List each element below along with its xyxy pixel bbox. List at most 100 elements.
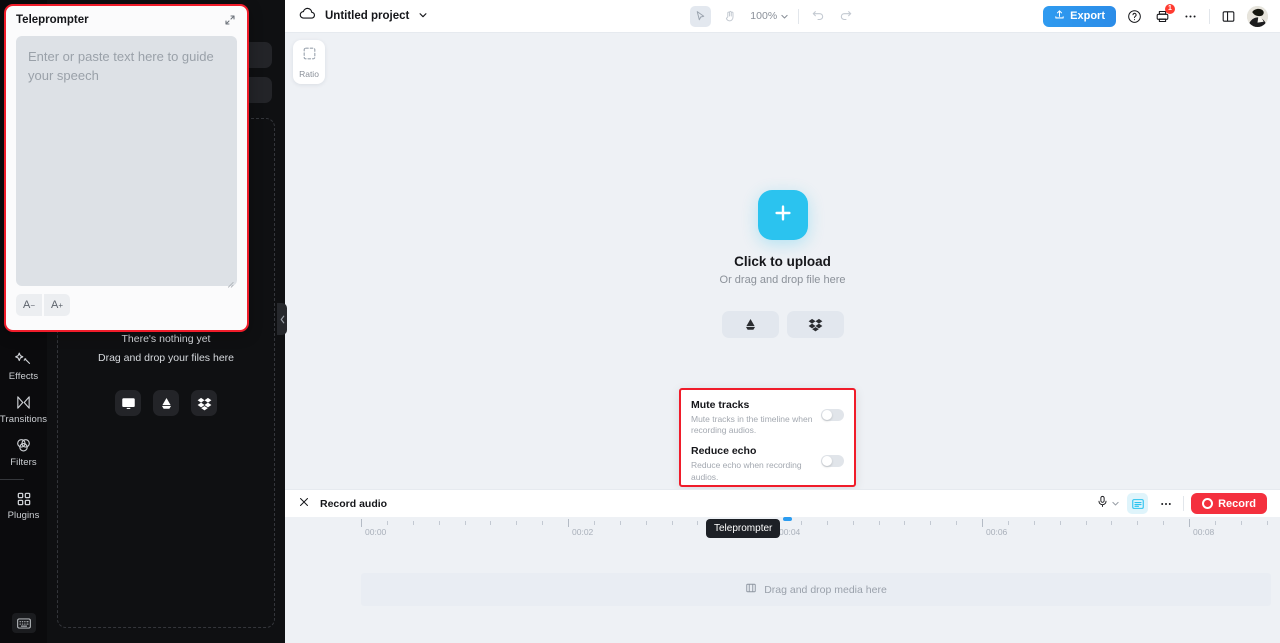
export-button-label: Export: [1070, 10, 1105, 22]
sidebar-item-effects[interactable]: Effects: [0, 345, 47, 388]
record-audio-title: Record audio: [320, 497, 388, 510]
teleprompter-title: Teleprompter: [16, 14, 89, 26]
teleprompter-placeholder: Enter or paste text here to guide your s…: [28, 49, 214, 84]
export-button[interactable]: Export: [1043, 5, 1116, 27]
record-bar-divider: [1183, 496, 1185, 511]
sidebar-item-filters[interactable]: Filters: [0, 431, 47, 474]
upload-title: Click to upload: [734, 254, 831, 269]
timeline-ruler[interactable]: 00:00 00:02 00:04 00:06 00:08: [285, 517, 1280, 545]
ruler-tick-minor: [1033, 521, 1035, 525]
redo-icon[interactable]: [836, 7, 855, 26]
media-empty-subtitle: Drag and drop your files here: [98, 352, 234, 364]
ruler-tick-minor: [619, 521, 621, 525]
teleprompter-icon[interactable]: [1127, 493, 1149, 514]
ruler-tick-major: [568, 519, 569, 527]
ruler-tick-minor: [826, 521, 828, 525]
ruler-tick-minor: [1007, 521, 1009, 525]
ratio-tool-label: Ratio: [299, 68, 319, 79]
ruler-tick-minor: [490, 521, 492, 525]
playhead[interactable]: [783, 517, 792, 521]
zoom-level-selector[interactable]: 100%: [750, 10, 789, 22]
ruler-tick-minor: [852, 521, 854, 525]
teleprompter-header: Teleprompter: [6, 6, 247, 34]
timeline[interactable]: 00:00 00:02 00:04 00:06 00:08 Drag and drop …: [285, 517, 1280, 643]
ruler-tick-minor: [464, 521, 466, 525]
more-horizontal-icon[interactable]: [1155, 493, 1176, 514]
ruler-time-label: 00:02: [572, 527, 594, 537]
close-icon[interactable]: [298, 495, 310, 513]
sidebar-item-label: Plugins: [7, 510, 40, 521]
avatar[interactable]: [1247, 5, 1268, 27]
record-audio-bar: Record audio Record: [285, 489, 1280, 517]
ruler-tick-minor: [878, 521, 880, 525]
timeline-track-placeholder[interactable]: Drag and drop media here: [361, 573, 1271, 606]
sidebar-item-transitions[interactable]: Transitions: [0, 388, 47, 431]
teleprompter-panel: Teleprompter Enter or paste text here to…: [4, 4, 249, 332]
setting-text: Reduce echo Reduce echo when recording a…: [691, 445, 815, 482]
setting-title: Mute tracks: [691, 399, 750, 411]
upload-icon: [1054, 9, 1065, 23]
crop-ratio-icon: [302, 46, 317, 66]
setting-description: Mute tracks in the timeline when recordi…: [691, 414, 813, 436]
ruler-time-label: 00:04: [779, 527, 801, 537]
keyboard-shortcuts-icon[interactable]: [11, 613, 36, 633]
decrease-font-size-button[interactable]: A −: [16, 294, 42, 316]
teleprompter-tooltip: Teleprompter: [706, 519, 781, 538]
rail-bottom: [0, 613, 47, 633]
dropbox-icon[interactable]: [786, 311, 844, 338]
more-horizontal-icon[interactable]: [1181, 7, 1200, 26]
dropbox-icon[interactable]: [191, 390, 217, 416]
increase-font-sign: +: [58, 300, 63, 310]
setting-title: Reduce echo: [691, 445, 757, 458]
ruler-tick-minor: [412, 521, 414, 525]
increase-font-size-button[interactable]: A +: [44, 294, 70, 316]
transitions-icon: [15, 394, 32, 411]
plus-icon: [772, 202, 794, 229]
plugins-icon: [16, 490, 32, 507]
setting-reduce-echo: Reduce echo Reduce echo when recording a…: [691, 445, 844, 482]
teleprompter-font-controls: A − A +: [16, 294, 247, 316]
record-button[interactable]: Record: [1191, 493, 1267, 514]
collapse-diagonal-icon[interactable]: [223, 13, 237, 27]
google-drive-icon[interactable]: [721, 311, 779, 338]
ruler-tick-major: [1189, 519, 1190, 527]
zoom-level-value: 100%: [750, 10, 778, 22]
cursor-tool-icon[interactable]: [690, 5, 712, 27]
record-bar-controls: Record: [1096, 493, 1267, 514]
undo-icon[interactable]: [808, 7, 827, 26]
toolbar-divider: [1209, 8, 1210, 24]
sidebar-item-plugins[interactable]: Plugins: [0, 484, 47, 527]
local-device-icon[interactable]: [115, 390, 141, 416]
reduce-echo-toggle[interactable]: [821, 455, 844, 468]
ruler-time-label: 00:06: [986, 527, 1008, 537]
cloud-icon: [299, 7, 316, 25]
microphone-icon: [1096, 495, 1109, 513]
media-clip-icon: [745, 581, 757, 599]
record-button-label: Record: [1218, 497, 1256, 510]
sidebar-item-label: Transitions: [0, 414, 48, 425]
mute-tracks-toggle[interactable]: [821, 409, 844, 421]
microphone-selector[interactable]: [1096, 495, 1120, 513]
panel-collapse-handle[interactable]: [277, 303, 287, 335]
chevron-down-icon[interactable]: [418, 7, 428, 25]
toggle-knob: [822, 410, 832, 420]
resize-handle-icon[interactable]: [226, 275, 234, 288]
panel-layout-icon[interactable]: [1219, 7, 1238, 26]
increase-font-label: A: [50, 299, 59, 311]
media-empty-state: There's nothing yet Drag and drop your f…: [58, 333, 274, 416]
hand-tool-icon[interactable]: [720, 6, 741, 27]
ruler-tick-major: [982, 519, 983, 527]
upload-source-buttons: [721, 311, 844, 338]
printer-icon[interactable]: 1: [1153, 3, 1175, 26]
ruler-tick-minor: [516, 521, 518, 525]
ratio-tool-button[interactable]: Ratio: [293, 40, 325, 84]
google-drive-icon[interactable]: [153, 390, 179, 416]
record-dot-icon: [1202, 498, 1214, 509]
upload-plus-button[interactable]: [757, 190, 808, 240]
teleprompter-text-input[interactable]: Enter or paste text here to guide your s…: [16, 36, 237, 288]
help-circle-icon[interactable]: [1125, 7, 1144, 26]
chevron-down-icon: [781, 14, 788, 19]
ruler-tick-minor: [645, 521, 647, 525]
setting-description: Reduce echo when recording audios.: [691, 460, 802, 482]
ruler-tick-minor: [671, 521, 673, 525]
